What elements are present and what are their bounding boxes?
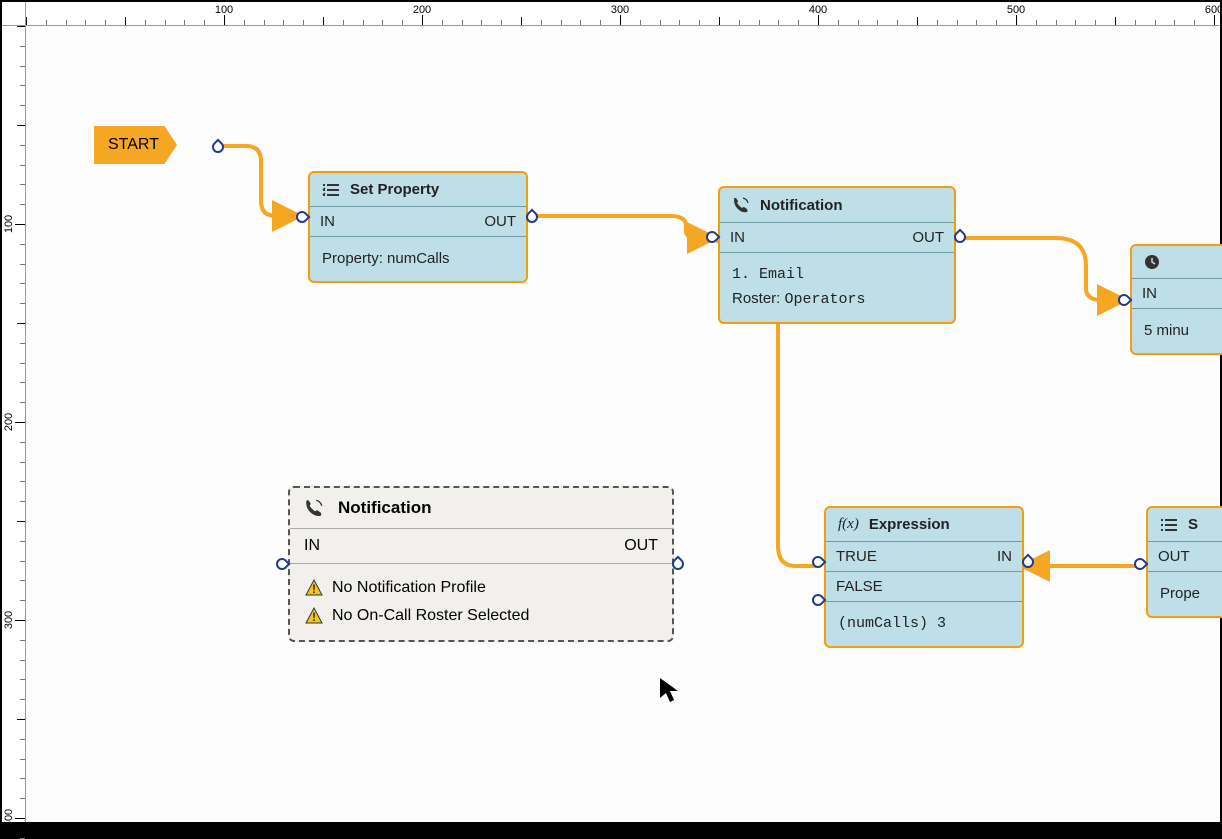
node-title: Notification [760, 197, 843, 214]
mouse-cursor [658, 676, 680, 704]
list-icon [1160, 517, 1178, 533]
connections-layer [26, 26, 1220, 822]
roster-value: Operators [785, 291, 866, 308]
phone-icon [732, 196, 750, 214]
svg-text:!: ! [312, 582, 316, 596]
phone-icon [304, 498, 324, 518]
node-expression[interactable]: f(x) Expression TRUE IN FALSE (numCalls)… [824, 506, 1024, 648]
ruler-corner [2, 2, 26, 26]
function-icon: f(x) [838, 516, 859, 533]
canvas[interactable]: START Set Property IN OUT Property: numC… [26, 26, 1220, 822]
port-in-label: IN [304, 537, 320, 555]
expression-body: (numCalls) 3 [826, 602, 1022, 646]
port-out-start[interactable] [210, 139, 227, 156]
node-delay[interactable]: IN 5 minu [1130, 244, 1222, 355]
node-title: Set Property [350, 181, 439, 198]
svg-text:!: ! [312, 610, 316, 624]
ruler-vertical: 100200300400 [2, 26, 26, 822]
clock-icon [1144, 254, 1160, 270]
node-set-property2[interactable]: S OUT Prope [1146, 506, 1222, 618]
node-body: Prope [1148, 572, 1222, 616]
warning-text: No On-Call Roster Selected [332, 607, 529, 625]
port-out-label: OUT [912, 229, 944, 246]
list-icon [322, 182, 340, 198]
port-in-label: IN [1142, 285, 1157, 302]
port-out-label: OUT [484, 213, 516, 230]
node-title: Expression [869, 516, 950, 533]
roster-label: Roster: [732, 290, 780, 307]
node-title: S [1188, 516, 1198, 533]
node-set-property[interactable]: Set Property IN OUT Property: numCalls [308, 171, 528, 283]
port-in-label: IN [730, 229, 745, 246]
node-body: 5 minu [1132, 309, 1222, 353]
notif-profile: 1. Email [732, 263, 942, 287]
port-true-label: TRUE [836, 548, 877, 565]
start-node[interactable]: START [94, 126, 177, 164]
warning-icon: ! [304, 606, 324, 626]
node-notification[interactable]: Notification IN OUT 1. Email Roster: Ope… [718, 186, 956, 324]
port-false-label: FALSE [836, 578, 883, 595]
warning-text: No Notification Profile [332, 579, 486, 597]
node-body: Property: numCalls [310, 237, 526, 281]
port-in-label: IN [997, 548, 1012, 565]
warning-icon: ! [304, 578, 324, 598]
start-label: START [108, 136, 159, 153]
node-title: Notification [338, 498, 432, 518]
node-notification-selected[interactable]: Notification IN OUT ! No Notification Pr… [288, 486, 674, 642]
port-out-label: OUT [624, 537, 658, 555]
port-out-label: OUT [1158, 548, 1190, 565]
ruler-horizontal: 100200300400500600 [26, 2, 1220, 26]
port-in-label: IN [320, 213, 335, 230]
